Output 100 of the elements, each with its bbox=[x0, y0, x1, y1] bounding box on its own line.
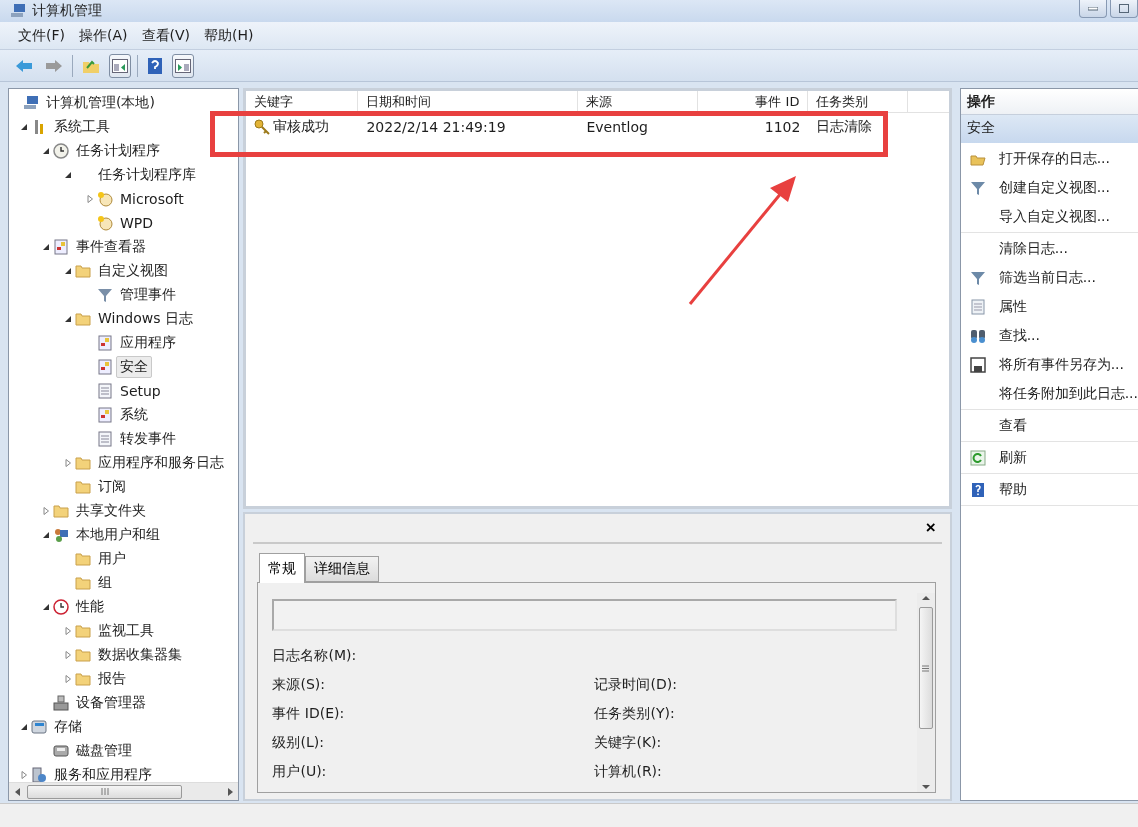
menu-item[interactable]: 文件(F) bbox=[14, 24, 69, 47]
field-label: 关键字(K): bbox=[594, 734, 662, 750]
actions-section-header[interactable]: 安全 bbox=[960, 115, 1138, 143]
tree-item[interactable]: 任务计划程序库 bbox=[94, 164, 200, 186]
grip-icon bbox=[99, 788, 110, 795]
expanded-arrow-icon[interactable] bbox=[20, 723, 28, 731]
expanded-arrow-icon[interactable] bbox=[64, 267, 72, 275]
tree-item[interactable]: 性能 bbox=[72, 596, 108, 618]
users-icon bbox=[53, 527, 69, 543]
binoculars-icon bbox=[969, 327, 986, 344]
collapsed-arrow-icon[interactable] bbox=[64, 627, 72, 635]
collapsed-arrow-icon[interactable] bbox=[64, 459, 72, 467]
tree-item[interactable]: 数据收集器集 bbox=[94, 644, 186, 666]
minimize-icon bbox=[1088, 6, 1098, 11]
scroll-up-icon[interactable] bbox=[921, 593, 930, 603]
tree-item[interactable]: Microsoft bbox=[116, 189, 188, 209]
action-link[interactable]: 查看 bbox=[998, 416, 1027, 435]
log-icon bbox=[97, 359, 113, 375]
device-icon bbox=[53, 695, 69, 711]
field-label: 记录时间(D): bbox=[594, 676, 677, 692]
tree-item[interactable]: 安全 bbox=[116, 356, 152, 378]
tree-item[interactable]: 磁盘管理 bbox=[72, 740, 136, 762]
tree-item[interactable]: 应用程序 bbox=[116, 332, 180, 354]
tree-item[interactable]: 管理事件 bbox=[116, 284, 180, 306]
menu-item[interactable]: 帮助(H) bbox=[200, 24, 258, 47]
show-tree-button[interactable] bbox=[109, 53, 131, 78]
help-icon bbox=[147, 57, 163, 74]
tree-item[interactable]: Windows 日志 bbox=[94, 308, 197, 330]
folder-icon bbox=[75, 263, 91, 279]
tab[interactable]: 常规 bbox=[259, 553, 306, 583]
scroll-left-icon[interactable] bbox=[14, 787, 20, 796]
tree-item[interactable]: 设备管理器 bbox=[72, 692, 150, 714]
close-button[interactable]: × bbox=[919, 518, 942, 538]
expanded-arrow-icon[interactable] bbox=[42, 243, 50, 251]
tree-item[interactable]: 订阅 bbox=[94, 476, 130, 498]
scroll-right-icon[interactable] bbox=[227, 787, 233, 796]
grip-icon bbox=[922, 664, 930, 672]
show-actions-button[interactable] bbox=[172, 53, 194, 78]
tree-item[interactable]: 存储 bbox=[50, 716, 86, 738]
expanded-arrow-icon[interactable] bbox=[64, 171, 72, 179]
action-link[interactable]: 将任务附加到此日志... bbox=[998, 384, 1138, 403]
tree-item[interactable]: 应用程序和服务日志 bbox=[94, 452, 228, 474]
clock-icon bbox=[53, 143, 69, 159]
expanded-arrow-icon[interactable] bbox=[20, 123, 28, 131]
tab[interactable]: 详细信息 bbox=[305, 556, 380, 582]
event-row[interactable]: 审核成功 2022/2/14 21:49:19 Eventlog 1102 日志清除 bbox=[246, 115, 949, 139]
expanded-arrow-icon[interactable] bbox=[64, 315, 72, 323]
tree-item[interactable]: 本地用户和组 bbox=[72, 524, 164, 546]
column-header[interactable]: 任务类别 bbox=[808, 91, 909, 112]
tree-item[interactable]: 计算机管理(本地) bbox=[42, 92, 159, 114]
column-header[interactable]: 日期和时间 bbox=[358, 91, 579, 112]
tree-item[interactable]: 转发事件 bbox=[116, 428, 180, 450]
action-link[interactable]: 打开保存的日志... bbox=[998, 149, 1110, 168]
collapsed-arrow-icon[interactable] bbox=[42, 507, 50, 515]
tree-item[interactable]: 系统工具 bbox=[50, 116, 114, 138]
tree-item[interactable]: 用户 bbox=[94, 548, 130, 570]
expanded-arrow-icon[interactable] bbox=[42, 147, 50, 155]
log-icon bbox=[53, 239, 69, 255]
save-icon bbox=[969, 356, 986, 373]
filter-icon bbox=[969, 269, 986, 286]
menu-item[interactable]: 操作(A) bbox=[75, 24, 132, 47]
tree-item[interactable]: 监视工具 bbox=[94, 620, 158, 642]
collapsed-arrow-icon[interactable] bbox=[86, 195, 94, 203]
tree-item[interactable]: 任务计划程序 bbox=[72, 140, 164, 162]
pane-icon bbox=[112, 58, 128, 73]
vertical-scrollbar[interactable] bbox=[916, 593, 935, 792]
tree-item[interactable]: 组 bbox=[94, 572, 116, 594]
action-link[interactable]: 筛选当前日志... bbox=[998, 268, 1096, 287]
expanded-arrow-icon[interactable] bbox=[42, 603, 50, 611]
tree-item[interactable]: 系统 bbox=[116, 404, 152, 426]
tree-item[interactable]: 服务和应用程序 bbox=[50, 764, 156, 782]
minimize-button[interactable] bbox=[1079, 0, 1107, 18]
tree-item[interactable]: 自定义视图 bbox=[94, 260, 172, 282]
action-link[interactable]: 导入自定义视图... bbox=[998, 207, 1110, 226]
scroll-down-icon[interactable] bbox=[921, 782, 930, 792]
action-link[interactable]: 帮助 bbox=[998, 480, 1027, 499]
action-link[interactable]: 清除日志... bbox=[998, 239, 1068, 258]
tree-item[interactable]: Setup bbox=[116, 381, 165, 401]
maximize-button[interactable] bbox=[1110, 0, 1138, 18]
tree-item[interactable]: 共享文件夹 bbox=[72, 500, 150, 522]
action-link[interactable]: 属性 bbox=[998, 297, 1027, 316]
horizontal-scrollbar[interactable] bbox=[9, 782, 239, 800]
expanded-arrow-icon[interactable] bbox=[42, 531, 50, 539]
collapsed-arrow-icon[interactable] bbox=[64, 651, 72, 659]
menu-item[interactable]: 查看(V) bbox=[137, 24, 194, 47]
column-header[interactable]: 事件 ID bbox=[698, 91, 809, 112]
action-link[interactable]: 查找... bbox=[998, 326, 1040, 345]
collapsed-arrow-icon[interactable] bbox=[64, 675, 72, 683]
column-header[interactable]: 来源 bbox=[578, 91, 699, 112]
tree-item[interactable]: 事件查看器 bbox=[72, 236, 150, 258]
log-icon bbox=[97, 383, 113, 399]
action-link[interactable]: 将所有事件另存为... bbox=[998, 355, 1124, 374]
column-header[interactable]: 关键字 bbox=[246, 91, 359, 112]
collapsed-arrow-icon[interactable] bbox=[20, 771, 28, 779]
action-link[interactable]: 创建自定义视图... bbox=[998, 178, 1110, 197]
tree-item[interactable]: WPD bbox=[116, 213, 158, 233]
folder-icon bbox=[75, 575, 91, 591]
back-arrow-icon bbox=[15, 58, 33, 73]
tree-item[interactable]: 报告 bbox=[94, 668, 130, 690]
action-link[interactable]: 刷新 bbox=[998, 448, 1027, 467]
